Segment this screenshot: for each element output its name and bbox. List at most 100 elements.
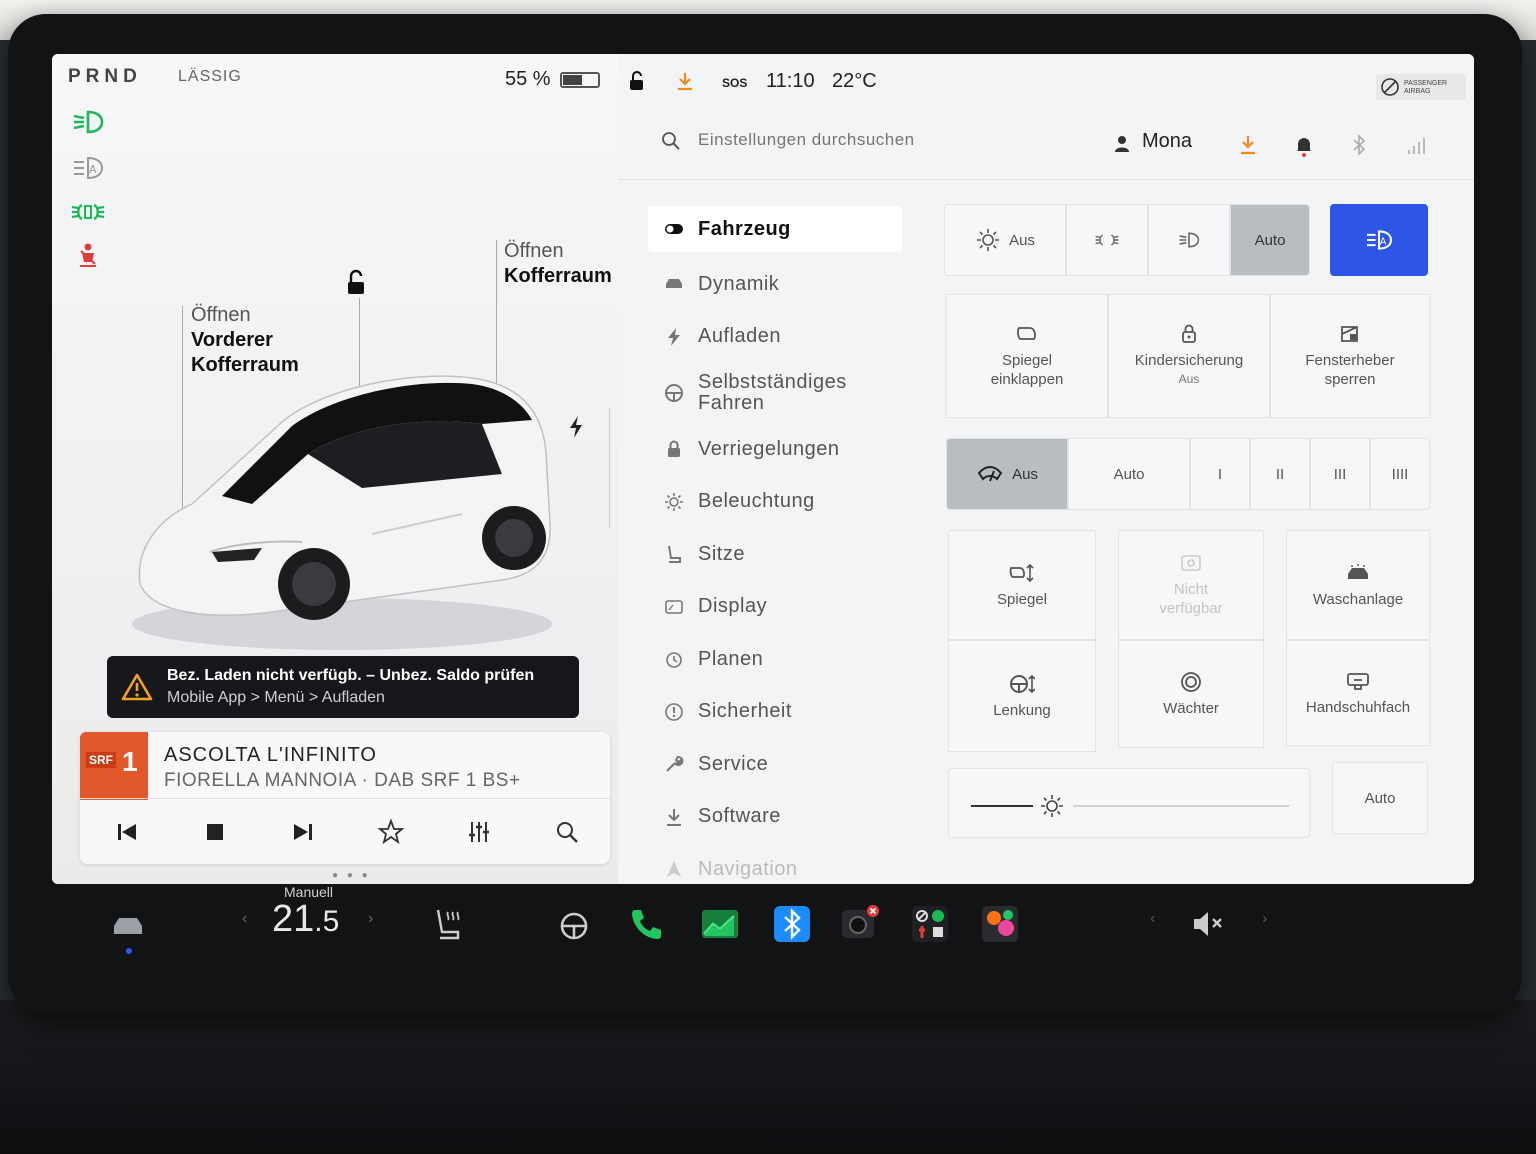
media-controls (80, 798, 610, 864)
volume-down-chevron-icon[interactable]: ‹ (1150, 910, 1155, 928)
nav-item-fahrzeug[interactable]: Fahrzeug (648, 206, 902, 252)
energy-app-icon[interactable] (700, 904, 740, 944)
camera-box-icon (1181, 555, 1201, 571)
bluetooth-icon[interactable] (1350, 134, 1368, 156)
mirror-adjust-button[interactable]: Spiegel (948, 530, 1096, 640)
nav-item-software[interactable]: Software (648, 791, 902, 844)
info-icon (665, 702, 683, 721)
radio-station-logo[interactable]: SRF 1 (80, 732, 148, 800)
sentry-mode-button[interactable]: Wächter (1118, 640, 1264, 748)
car-model-y-image (132, 375, 552, 650)
door-unlock-icon[interactable] (342, 268, 370, 298)
wiper-speed-4-button[interactable]: IIII (1370, 438, 1430, 510)
glovebox-button[interactable]: Handschuhfach (1286, 640, 1430, 746)
wipers-auto-button[interactable]: Auto (1068, 438, 1190, 510)
airbag-label: PASSENGER AIRBAG (1404, 80, 1448, 95)
steering-heater-icon[interactable] (554, 904, 594, 944)
wipers-auto-label: Auto (1113, 465, 1145, 483)
glovebox-icon (1347, 672, 1369, 690)
auto-high-beam-icon: A (1367, 230, 1393, 250)
seat-icon (668, 546, 681, 564)
nav-item-planen[interactable]: Planen (648, 633, 902, 686)
steering-adjust-button[interactable]: Lenkung (948, 640, 1096, 752)
brightness-slider[interactable] (948, 768, 1310, 838)
nav-item-navigation[interactable]: Navigation (648, 843, 902, 884)
media-player: SRF 1 ASCOLTA L'INFINITO FIORELLA MANNOI… (80, 732, 610, 864)
wipers-off-label: Aus (1012, 465, 1038, 483)
rear-trunk-button[interactable]: Öffnen Kofferraum (504, 239, 612, 289)
cabin-temperature[interactable]: 21.5 (272, 898, 339, 941)
driver-profile-name[interactable]: Mona (1142, 130, 1192, 153)
temp-decimal: .5 (314, 905, 340, 938)
seat-heater-icon[interactable] (430, 904, 470, 944)
favorite-star-icon[interactable] (372, 813, 410, 851)
car-status-panel: PRND LÄSSIG 55 % A Öffnen Vorderer Koffe… (52, 54, 618, 884)
low-beam-button[interactable] (1148, 204, 1230, 276)
wiper-speed-1-button[interactable]: I (1190, 438, 1250, 510)
seatbelt-warning-icon (80, 243, 96, 267)
charge-port-icon[interactable] (566, 414, 586, 440)
unlocked-icon[interactable] (626, 70, 648, 92)
temp-up-chevron-icon[interactable]: › (368, 910, 373, 928)
wiper-speed-label: I (1217, 465, 1223, 483)
mirror-adjust-label: Spiegel (996, 590, 1048, 608)
nav-label: Software (698, 805, 781, 828)
sos-indicator[interactable]: SOS (722, 76, 747, 90)
wiper-icon (977, 466, 1003, 482)
app-launcher-icon[interactable] (910, 904, 950, 944)
parking-lights-button[interactable] (1066, 204, 1148, 276)
sentry-icon (1181, 671, 1201, 692)
nav-item-sitze[interactable]: Sitze (648, 528, 902, 581)
nav-item-selbststaendiges-fahren[interactable]: Selbstständiges Fahren (648, 363, 902, 423)
car-wash-button[interactable]: Waschanlage (1286, 530, 1430, 640)
stop-icon[interactable] (196, 813, 234, 851)
lte-signal-icon (1408, 138, 1425, 154)
charging-warning-toast[interactable]: Bez. Laden nicht verfügb. – Unbez. Saldo… (107, 656, 579, 718)
nav-item-dynamik[interactable]: Dynamik (648, 258, 902, 311)
navigation-icon (667, 861, 681, 878)
volume-muted-icon[interactable] (1188, 904, 1228, 944)
auto-high-beam-button[interactable]: A (1330, 204, 1428, 276)
lights-auto-button[interactable]: Auto (1230, 204, 1310, 276)
notification-bell-icon[interactable] (1294, 134, 1314, 158)
settings-search-input[interactable] (698, 130, 1018, 150)
bluetooth-app-icon[interactable] (772, 904, 812, 944)
search-icon[interactable] (548, 813, 586, 851)
download-update-icon[interactable] (674, 70, 696, 92)
download-icon[interactable] (1238, 134, 1258, 156)
nav-item-verriegelungen[interactable]: Verriegelungen (648, 423, 902, 476)
radio-logo-number: 1 (122, 746, 138, 777)
car-icon (666, 279, 682, 289)
nav-label: Aufladen (698, 325, 781, 348)
nav-item-service[interactable]: Service (648, 738, 902, 791)
next-track-icon[interactable] (284, 813, 322, 851)
nav-label: Planen (698, 647, 764, 670)
temp-down-chevron-icon[interactable]: ‹ (242, 910, 247, 928)
lights-off-button[interactable]: Aus (944, 204, 1066, 276)
steering-adjust-label: Lenkung (993, 701, 1051, 719)
games-app-icon[interactable] (980, 904, 1020, 944)
volume-up-chevron-icon[interactable]: › (1262, 910, 1267, 928)
car-menu-icon[interactable] (108, 906, 148, 946)
wipers-off-button[interactable]: Aus (946, 438, 1068, 510)
brightness-auto-button[interactable]: Auto (1332, 762, 1428, 834)
child-lock-button[interactable]: Kindersicherung Aus (1108, 294, 1270, 418)
nav-item-display[interactable]: Display (648, 581, 902, 634)
dashcam-app-icon[interactable] (840, 904, 880, 944)
passenger-airbag-indicator: PASSENGER AIRBAG (1376, 74, 1466, 100)
media-title: ASCOLTA L'INFINITO (164, 744, 377, 766)
window-lock-button[interactable]: Fensterheber sperren (1270, 294, 1430, 418)
wiper-speed-3-button[interactable]: III (1310, 438, 1370, 510)
fold-mirrors-button[interactable]: Spiegel einklappen (946, 294, 1108, 418)
wiper-speed-2-button[interactable]: II (1250, 438, 1310, 510)
child-lock-icon (1182, 324, 1196, 343)
nav-item-aufladen[interactable]: Aufladen (648, 311, 902, 364)
phone-icon[interactable] (626, 904, 666, 944)
previous-track-icon[interactable] (108, 813, 146, 851)
profile-icon[interactable] (1112, 134, 1132, 154)
nav-item-beleuchtung[interactable]: Beleuchtung (648, 476, 902, 529)
nav-item-sicherheit[interactable]: Sicherheit (648, 686, 902, 739)
brightness-sun-icon[interactable] (1039, 793, 1065, 819)
equalizer-icon[interactable] (460, 813, 498, 851)
drive-mode-label[interactable]: LÄSSIG (178, 68, 242, 86)
